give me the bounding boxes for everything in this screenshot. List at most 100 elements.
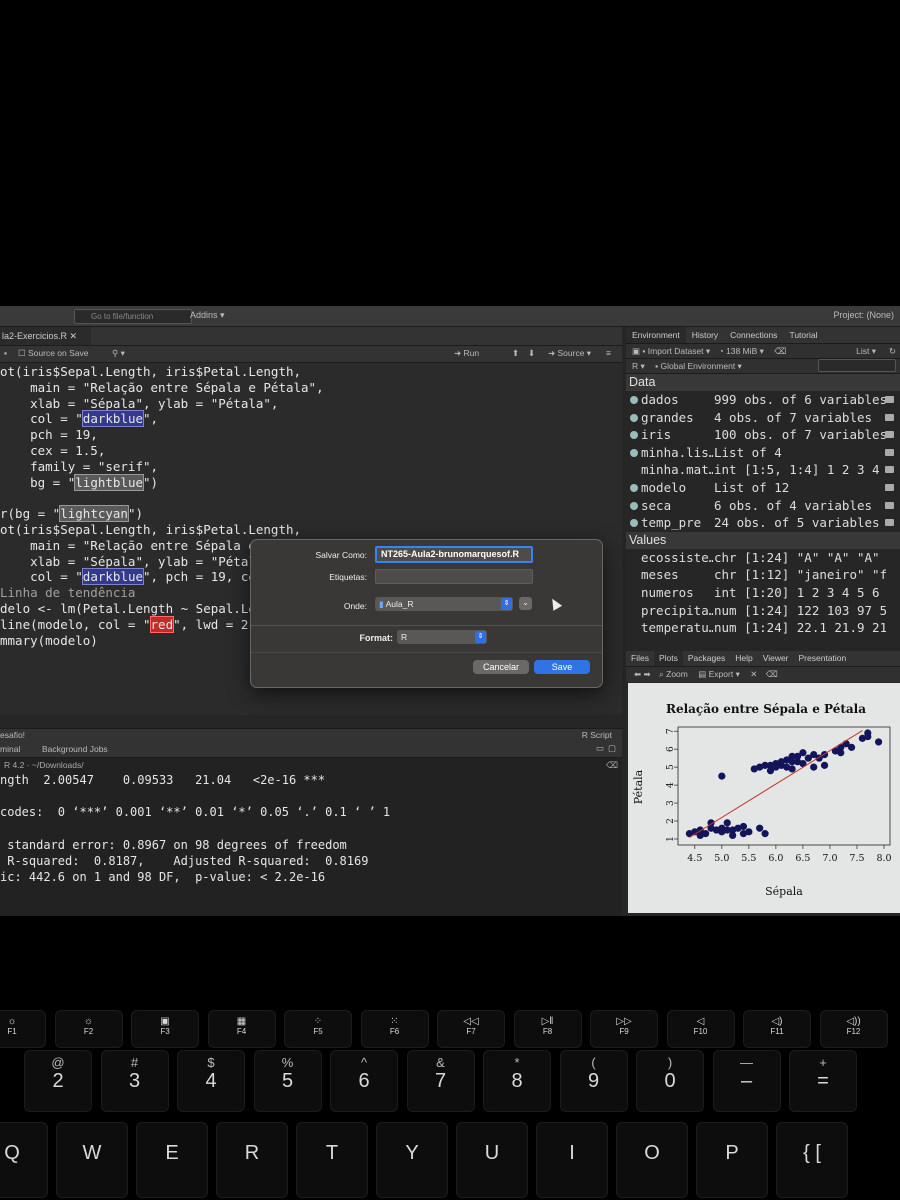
tab-help[interactable]: Help — [730, 651, 757, 666]
function-key[interactable]: ◁)) F12 — [819, 1010, 888, 1048]
view-data-icon[interactable] — [885, 501, 894, 509]
expand-icon[interactable] — [630, 448, 638, 457]
letter-key[interactable]: U — [456, 1122, 528, 1198]
function-key[interactable]: ⁙ F6 — [360, 1010, 429, 1048]
tab-connections[interactable]: Connections — [724, 327, 783, 343]
env-row[interactable]: minha.lis… List of 4 — [626, 444, 900, 462]
cancel-button[interactable]: Cancelar — [473, 660, 529, 674]
minimize-icon[interactable]: ▭ — [596, 743, 604, 754]
addins-menu[interactable]: Addins ▾ — [190, 310, 225, 321]
expand-icon[interactable] — [630, 483, 638, 492]
env-row[interactable]: temperatu…num [1:24] 22.1 21.9 21.7 … — [626, 619, 900, 637]
back-arrow-icon[interactable]: ⬅ — [634, 669, 641, 679]
project-menu[interactable]: Project: (None) — [833, 310, 894, 320]
refresh-icon[interactable]: ↻ — [889, 344, 896, 358]
env-row[interactable]: minha.mat… int [1:5, 1:4] 1 2 3 4 5… — [626, 461, 900, 479]
function-key[interactable]: ▷‖ F8 — [513, 1010, 582, 1048]
close-icon[interactable]: ✕ — [70, 331, 78, 341]
maximize-icon[interactable]: ▢ — [608, 743, 616, 754]
env-row[interactable]: grandes 4 obs. of 7 variables — [626, 409, 900, 427]
function-key[interactable]: ▦ F4 — [207, 1010, 276, 1048]
number-key[interactable]: * 8 — [483, 1050, 551, 1112]
list-view-menu[interactable]: List ▾ — [856, 344, 876, 358]
letter-key[interactable]: T — [296, 1122, 368, 1198]
export-button[interactable]: ▤ Export ▾ — [698, 669, 740, 679]
number-key[interactable]: $4 — [177, 1050, 245, 1112]
env-row[interactable]: precipita…num [1:24] 122 103 97 56 4… — [626, 602, 900, 620]
zoom-button[interactable]: ⌕ Zoom — [659, 669, 688, 679]
env-row[interactable]: numeros int [1:20] 1 2 3 4 5 6 7 8… — [626, 584, 900, 602]
forward-arrow-icon[interactable]: ➡ — [644, 669, 651, 679]
expand-icon[interactable] — [630, 396, 638, 404]
console-output[interactable]: ngth 2.00547 0.09533 21.04 <2e-16 *** co… — [0, 772, 622, 885]
letter-key[interactable]: W — [56, 1122, 128, 1198]
env-row[interactable]: seca 6 obs. of 4 variables — [626, 497, 900, 515]
tab-packages[interactable]: Packages — [683, 651, 730, 666]
source-button[interactable]: ➜ Source ▾ — [548, 348, 591, 359]
number-key[interactable]: ) 0 — [636, 1050, 704, 1112]
letter-key[interactable]: E — [136, 1122, 208, 1198]
format-select[interactable]: R ⇕ — [397, 630, 487, 644]
expand-dialog-button[interactable]: ⌄ — [519, 597, 532, 610]
outline-icon[interactable]: ≡ — [606, 348, 611, 358]
scope-select[interactable]: ▪ Global Environment ▾ — [655, 361, 742, 371]
save-as-input[interactable]: NT265-Aula2-brunomarquesof.R — [375, 546, 533, 563]
view-data-icon[interactable] — [885, 396, 894, 403]
tab-environment[interactable]: Environment — [626, 327, 686, 343]
number-key[interactable]: (9 — [559, 1050, 628, 1112]
run-button[interactable]: ➜ Run — [454, 348, 479, 359]
view-data-icon[interactable] — [885, 431, 894, 439]
env-search-input[interactable] — [818, 359, 896, 372]
number-key[interactable]: % 5 — [253, 1050, 322, 1112]
tab-presentation[interactable]: Presentation — [794, 651, 852, 666]
memory-usage[interactable]: ◔ 138 MiB ▾ — [719, 346, 764, 356]
expand-icon[interactable] — [630, 519, 638, 528]
expand-icon[interactable] — [630, 413, 638, 422]
number-key[interactable]: ^ 6 — [330, 1050, 398, 1112]
number-key[interactable]: & 7 — [406, 1050, 475, 1112]
function-key[interactable]: ▷▷ F9 — [590, 1010, 658, 1048]
letter-key[interactable]: P — [696, 1122, 768, 1198]
save-icon[interactable]: ▪ — [4, 348, 7, 358]
view-data-icon[interactable] — [885, 413, 894, 421]
tab-background-jobs[interactable]: Background Jobs — [42, 744, 108, 754]
tab-files[interactable]: Files — [626, 651, 654, 666]
letter-key[interactable]: Q — [0, 1122, 48, 1198]
number-key[interactable]: + = — [789, 1050, 857, 1112]
expand-icon[interactable] — [630, 501, 638, 510]
view-data-icon[interactable] — [885, 448, 894, 456]
wand-icon[interactable]: ⚲ ▾ — [112, 348, 125, 359]
tab-script[interactable]: la2-Exercicios.R ✕ — [0, 327, 92, 345]
function-key[interactable]: ◁◁ F7 — [437, 1010, 505, 1048]
broom-icon[interactable]: ⌫ — [606, 758, 618, 772]
letter-key[interactable]: { [ — [776, 1122, 848, 1198]
env-row[interactable]: ecossiste…chr [1:24] "A" "A" "A" "A"… — [626, 549, 900, 567]
tab-terminal[interactable]: minal — [0, 744, 20, 754]
broom-icon[interactable]: ⌫ — [774, 346, 786, 356]
source-on-save-checkbox[interactable]: ☐ Source on Save — [18, 348, 88, 359]
save-button[interactable]: Save — [534, 660, 590, 674]
function-key[interactable]: ☼ F2 — [54, 1010, 123, 1048]
function-key[interactable]: ☼ F1 — [0, 1010, 46, 1048]
where-select[interactable]: ▮ Aula_R ⇕ — [375, 597, 513, 611]
tab-viewer[interactable]: Viewer — [758, 651, 794, 666]
expand-icon[interactable] — [630, 431, 638, 440]
number-key[interactable]: #3 — [100, 1050, 169, 1112]
clear-plots-icon[interactable]: ⌫ — [766, 669, 778, 679]
env-row[interactable]: dados 999 obs. of 6 variables — [626, 391, 900, 409]
env-row[interactable]: temp_pre 24 obs. of 5 variables — [626, 514, 900, 532]
down-arrow-icon[interactable]: ⬇ — [528, 348, 535, 359]
env-row[interactable]: iris 100 obs. of 7 variables — [626, 426, 900, 444]
letter-key[interactable]: Y — [376, 1122, 448, 1198]
letter-key[interactable]: O — [616, 1122, 688, 1198]
letter-key[interactable]: R — [216, 1122, 288, 1198]
open-icon[interactable]: ▣ — [632, 346, 640, 356]
function-key[interactable]: ▣ F3 — [131, 1010, 199, 1048]
tab-tutorial[interactable]: Tutorial — [783, 327, 823, 343]
env-row[interactable]: modelo List of 12 — [626, 479, 900, 497]
number-key[interactable]: — – — [712, 1050, 781, 1112]
save-workspace-icon[interactable]: ▪ — [642, 346, 645, 356]
view-data-icon[interactable] — [885, 519, 894, 527]
delete-plot-icon[interactable]: ✕ — [750, 669, 757, 679]
view-data-icon[interactable] — [885, 483, 894, 491]
